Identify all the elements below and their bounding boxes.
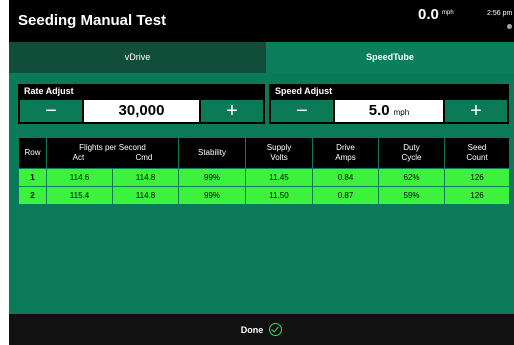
title-bar: Seeding Manual Test 0.0 mph 2:56 pm xyxy=(9,0,514,42)
done-button[interactable]: Done xyxy=(9,314,514,345)
rate-adjust-label: Rate Adjust xyxy=(18,84,265,98)
cell-cmd: 114.8 xyxy=(111,186,180,205)
page-title: Seeding Manual Test xyxy=(18,12,167,29)
tab-vdrive[interactable]: vDrive xyxy=(9,42,266,73)
col-row: Row xyxy=(18,137,47,169)
supply-volts-line1: Supply xyxy=(266,143,292,152)
cell-row: 1 xyxy=(18,168,47,187)
rate-adjust-control: − 30,000 + xyxy=(18,98,265,124)
duty-cycle-line2: Cycle xyxy=(401,153,422,162)
supply-volts-line2: Volts xyxy=(270,153,288,162)
speed-readout: 0.0 xyxy=(418,6,439,23)
fps-heading: Flights per Second xyxy=(79,143,146,152)
speed-adjust-control: − 5.0 mph + xyxy=(269,98,509,124)
col-supply-volts: Supply Volts xyxy=(245,137,314,169)
speed-value-unit: mph xyxy=(393,108,410,117)
cell-volts: 11.45 xyxy=(245,168,314,187)
duty-cycle-line1: Duty xyxy=(403,143,420,152)
cell-act: 115.4 xyxy=(46,186,113,205)
cell-cmd: 114.8 xyxy=(111,168,180,187)
rate-value[interactable]: 30,000 xyxy=(84,100,199,122)
col-cmd: Cmd xyxy=(135,153,153,162)
speed-increase-button[interactable]: + xyxy=(445,100,507,122)
seed-count-line1: Seed xyxy=(467,143,487,152)
seed-count-line2: Count xyxy=(466,153,488,162)
table-header-row: Row Flights per Second Act Cmd Stability… xyxy=(18,137,511,169)
cell-duty: 62% xyxy=(378,168,446,187)
tab-speedtube[interactable]: SpeedTube xyxy=(266,42,514,73)
row-stats-table: Row Flights per Second Act Cmd Stability… xyxy=(18,137,511,205)
speed-value-box[interactable]: 5.0 mph xyxy=(335,100,443,122)
speed-value: 5.0 xyxy=(368,102,390,119)
tab-bar: vDrive SpeedTube xyxy=(9,42,514,73)
col-act: Act xyxy=(72,153,85,162)
seeding-manual-test-window: Seeding Manual Test 0.0 mph 2:56 pm vDri… xyxy=(9,0,514,345)
cell-amps: 0.84 xyxy=(312,168,380,187)
cell-volts: 11.50 xyxy=(245,186,314,205)
table-row[interactable]: 2 115.4 114.8 99% 11.50 0.87 59% 126 xyxy=(18,186,511,205)
cell-seed: 126 xyxy=(444,186,511,205)
cell-amps: 0.87 xyxy=(312,186,380,205)
status-dot-icon xyxy=(507,24,512,29)
speed-adjust-label: Speed Adjust xyxy=(269,84,509,98)
cell-duty: 59% xyxy=(378,186,446,205)
col-seed-count: Seed Count xyxy=(444,137,511,169)
cell-stability: 99% xyxy=(178,186,247,205)
drive-amps-line1: Drive xyxy=(336,143,355,152)
speed-decrease-button[interactable]: − xyxy=(271,100,333,122)
cell-row: 2 xyxy=(18,186,47,205)
speed-unit: mph xyxy=(442,10,454,16)
cell-seed: 126 xyxy=(444,168,511,187)
fps-subheadings: Act Cmd xyxy=(47,153,178,163)
rate-decrease-button[interactable]: − xyxy=(20,100,82,122)
col-drive-amps: Drive Amps xyxy=(312,137,380,169)
cell-act: 114.6 xyxy=(46,168,113,187)
check-circle-icon xyxy=(269,323,283,336)
col-stability: Stability xyxy=(178,137,247,169)
rate-increase-button[interactable]: + xyxy=(201,100,263,122)
cell-stability: 99% xyxy=(178,168,247,187)
drive-amps-line2: Amps xyxy=(335,153,356,162)
done-label: Done xyxy=(240,324,264,335)
clock: 2:56 pm xyxy=(487,10,513,17)
col-flights-per-second: Flights per Second Act Cmd xyxy=(45,137,180,169)
table-row[interactable]: 1 114.6 114.8 99% 11.45 0.84 62% 126 xyxy=(18,168,511,187)
col-duty-cycle: Duty Cycle xyxy=(378,137,446,169)
